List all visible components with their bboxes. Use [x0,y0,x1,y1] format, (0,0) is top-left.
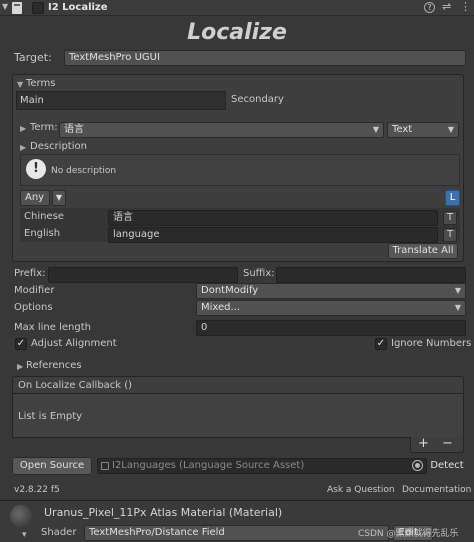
translation-field[interactable]: 语言 [108,210,438,226]
translate-button[interactable]: T [443,228,457,242]
chevron-down-icon: ▼ [454,286,461,295]
object-picker-icon[interactable] [412,460,423,471]
documentation-link[interactable]: Documentation [402,483,471,497]
term-type-value: Text [392,124,413,135]
language-name: Chinese [24,211,64,222]
detect-button[interactable]: Detect [428,458,466,474]
tab-secondary-label: Secondary [231,94,284,105]
l-button-label: L [449,192,456,203]
localize-banner: Localize [187,20,287,45]
translation-value: 语言 [113,212,133,223]
modifier-dropdown[interactable]: DontModify ▼ [196,283,466,299]
context-menu-icon[interactable]: ⋮ [460,0,471,13]
options-value: Mixed... [201,302,241,313]
adjust-alignment-label: Adjust Alignment [31,338,117,349]
tab-main[interactable]: Main [16,91,226,110]
open-source-label: Open Source [19,460,85,471]
tab-secondary[interactable]: Secondary [228,91,460,110]
term-label: Term: [30,122,58,133]
language-source-field[interactable]: I2Languages (Language Source Asset) [97,458,427,474]
open-source-button[interactable]: Open Source [12,457,92,475]
prefix-label: Prefix: [14,268,46,279]
target-dropdown[interactable]: TextMeshPro UGUI [64,50,466,66]
chevron-down-icon: ▼ [454,303,461,312]
remove-icon: − [442,436,453,451]
ignore-numbers-checkbox[interactable]: ✓ [375,338,387,350]
description-foldout-icon[interactable]: ▶ [20,143,26,152]
language-name: English [24,228,61,239]
translate-button[interactable]: T [443,211,457,225]
modifier-label: Modifier [14,285,55,296]
max-line-length-field[interactable]: 0 [196,320,466,336]
description-label: Description [30,141,87,152]
info-icon: ! [26,159,46,179]
chevron-down-icon: ▼ [447,125,454,134]
adjust-alignment-checkbox[interactable]: ✓ [15,338,27,350]
filter-arrow-button[interactable]: ▼ [52,190,66,206]
max-line-length-value: 0 [201,322,208,333]
terms-foldout-icon[interactable]: ▼ [17,80,23,89]
suffix-label: Suffix: [243,268,275,279]
translation-field[interactable]: language [108,227,438,243]
term-value: 语言 [64,124,84,135]
translate-all-button[interactable]: Translate All [388,243,458,259]
terms-label: Terms [26,78,56,89]
material-title: Uranus_Pixel_11Px Atlas Material (Materi… [44,506,283,519]
component-title: I2 Localize [48,2,108,13]
add-button[interactable]: + [418,436,429,451]
filter-value: Any [25,192,45,203]
script-icon [12,2,22,14]
l-button[interactable]: L [445,190,460,206]
chevron-down-icon: ▼ [372,125,379,134]
ignore-numbers-label: Ignore Numbers [391,338,472,349]
ask-question-link[interactable]: Ask a Question [327,483,395,497]
target-value: TextMeshPro UGUI [69,52,160,63]
callback-label: On Localize Callback () [18,380,133,391]
add-icon: + [418,436,429,451]
prefix-field[interactable] [48,267,238,283]
callback-empty-text: List is Empty [18,411,83,422]
material-foldout-icon[interactable]: ▾ [22,530,27,540]
material-preview-icon [10,505,32,527]
term-dropdown[interactable]: 语言 ▼ [59,122,384,138]
detect-label: Detect [430,460,464,471]
watermark: CSDN @默默就得先乱乐 [358,529,459,539]
component-enabled-checkbox[interactable] [32,2,44,14]
options-dropdown[interactable]: Mixed... ▼ [196,300,466,316]
shader-value: TextMeshPro/Distance Field [89,527,225,538]
foldout-arrow-icon[interactable]: ▼ [2,2,8,11]
term-foldout-icon[interactable]: ▶ [20,124,26,133]
suffix-field[interactable] [276,267,466,283]
translate-all-label: Translate All [392,245,454,256]
references-label: References [26,360,82,371]
max-line-length-label: Max line length [14,322,91,333]
version-label: v2.8.22 f5 [14,485,60,495]
filter-dropdown[interactable]: Any [20,190,50,206]
references-foldout-icon[interactable]: ▶ [17,362,23,371]
translate-button-label: T [446,229,454,240]
help-icon[interactable]: ? [424,2,435,13]
translation-value: language [113,229,160,240]
shader-label: Shader [41,527,77,538]
language-source-value: I2Languages (Language Source Asset) [112,460,305,471]
translate-button-label: T [446,212,454,223]
modifier-value: DontModify [201,285,259,296]
asset-icon [101,462,109,470]
shader-dropdown[interactable]: TextMeshPro/Distance Field [84,525,389,541]
options-label: Options [14,302,53,313]
term-type-dropdown[interactable]: Text ▼ [387,122,459,138]
presets-icon[interactable]: ⇌ [442,0,451,13]
description-text: No description [51,166,117,176]
target-label: Target: [14,51,52,64]
tab-main-label: Main [20,95,44,106]
remove-button[interactable]: − [442,436,453,451]
